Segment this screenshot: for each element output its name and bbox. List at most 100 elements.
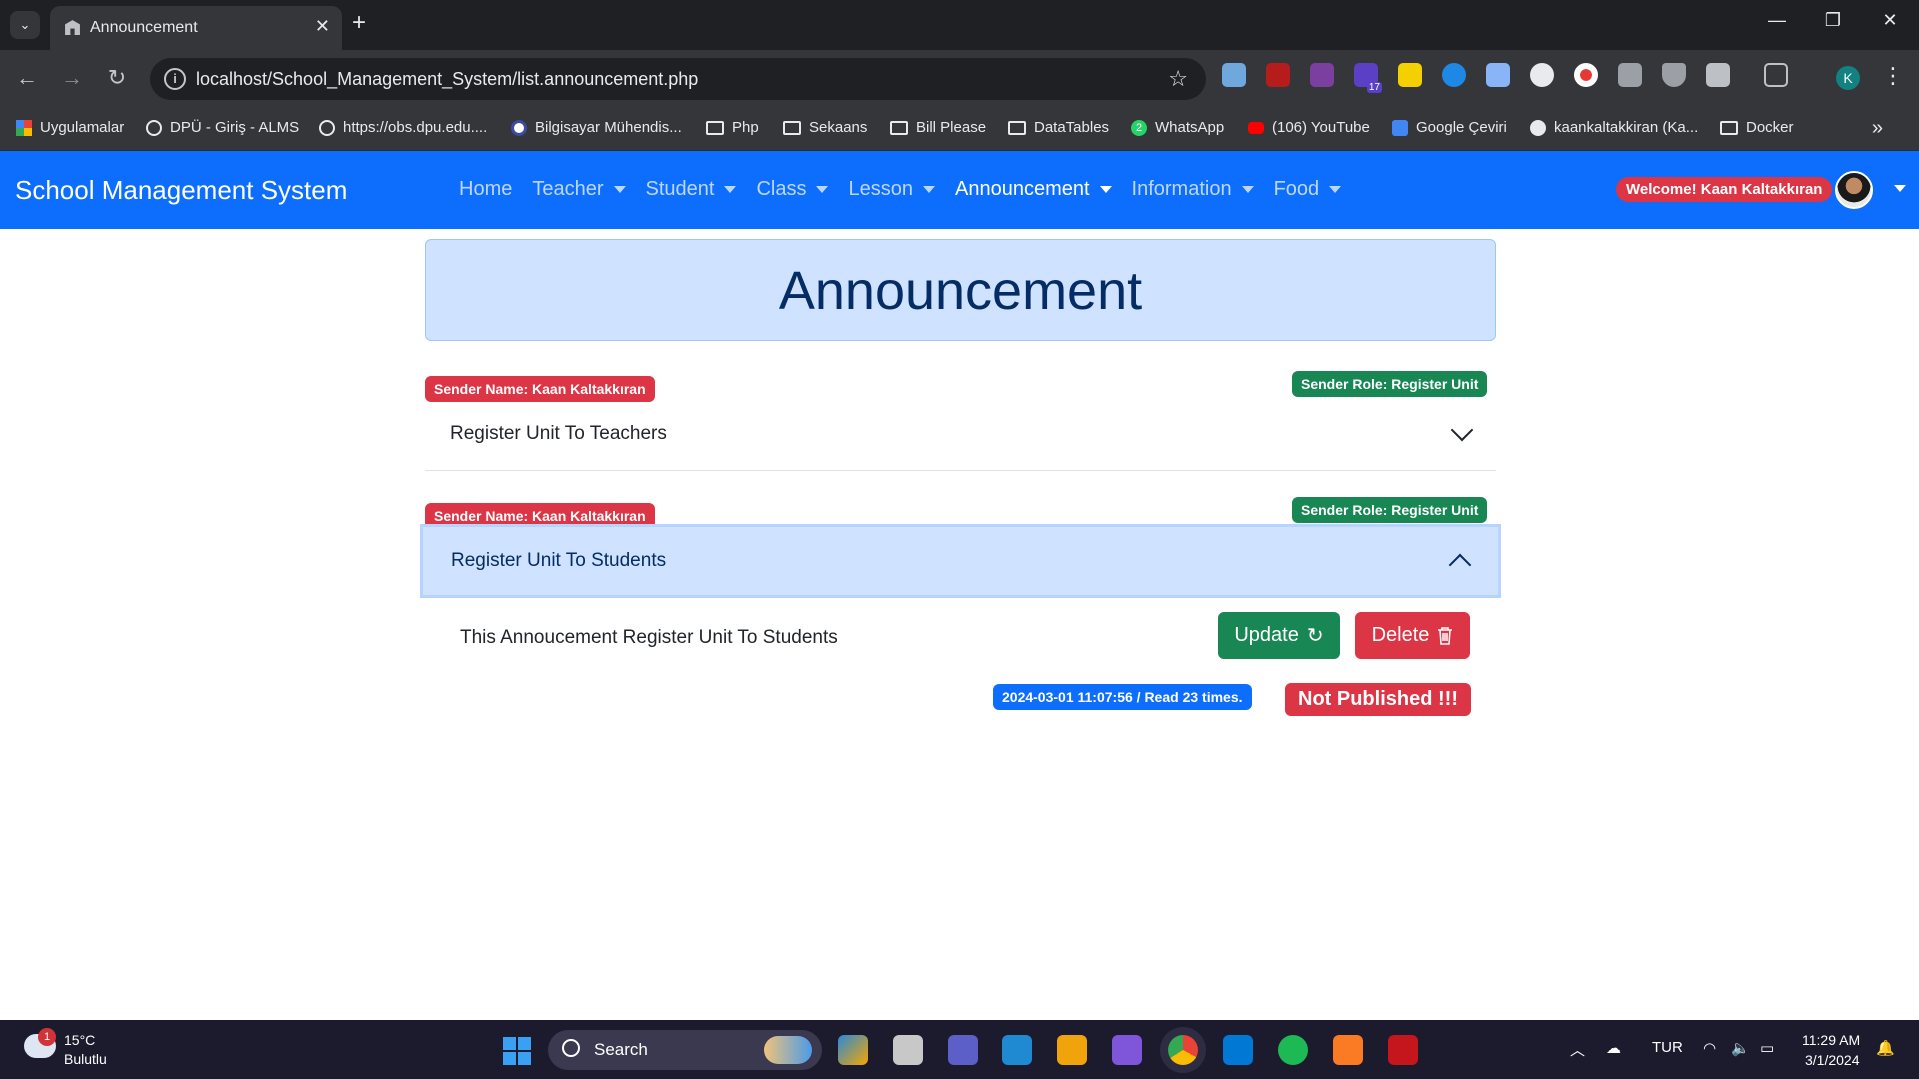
chevron-down-icon bbox=[1450, 418, 1474, 442]
notification-bell-icon[interactable]: 🔔 bbox=[1876, 1039, 1895, 1057]
address-bar[interactable]: i localhost/School_Management_System/lis… bbox=[150, 58, 1206, 100]
tab-search-button[interactable]: ⌄ bbox=[10, 11, 40, 39]
page-title: Announcement bbox=[778, 261, 1143, 321]
bookmark-apps[interactable]: Uygulamalar bbox=[16, 119, 124, 136]
accordion-header-button[interactable]: Register Unit To Students bbox=[420, 524, 1501, 598]
bookmark-google-translate[interactable]: Google Çeviri bbox=[1392, 119, 1507, 136]
user-avatar[interactable] bbox=[1835, 171, 1873, 209]
nav-teacher-dropdown[interactable]: Teacher bbox=[522, 178, 635, 201]
teams-app-icon[interactable] bbox=[948, 1035, 978, 1065]
clock-date[interactable]: 3/1/2024 bbox=[1805, 1052, 1860, 1068]
close-window-icon[interactable]: ✕ bbox=[1870, 10, 1910, 31]
back-arrow-icon[interactable]: ← bbox=[12, 65, 42, 91]
vscode-app-icon[interactable] bbox=[1002, 1035, 1032, 1065]
reload-icon[interactable]: ↻ bbox=[102, 65, 132, 91]
bookmark-obs-dpu[interactable]: https://obs.dpu.edu.... bbox=[319, 119, 487, 136]
sublime-app-icon[interactable] bbox=[1057, 1035, 1087, 1065]
record-extension-icon[interactable] bbox=[1574, 63, 1598, 87]
xampp-app-icon[interactable] bbox=[1333, 1035, 1363, 1065]
bookmark-star-icon[interactable]: ☆ bbox=[1168, 66, 1188, 92]
filezilla-app-icon[interactable] bbox=[1388, 1035, 1418, 1065]
shield-extension-icon[interactable] bbox=[1662, 63, 1686, 87]
nav-food-dropdown[interactable]: Food bbox=[1264, 178, 1352, 201]
bookmark-folder-php[interactable]: Php bbox=[706, 119, 759, 136]
puzzle-extensions-icon[interactable] bbox=[1706, 63, 1730, 87]
mail-app-icon[interactable] bbox=[1223, 1035, 1253, 1065]
delete-button[interactable]: Delete bbox=[1355, 612, 1470, 659]
brand-title[interactable]: School Management System bbox=[15, 175, 347, 206]
onedrive-cloud-icon[interactable]: ☁ bbox=[1606, 1039, 1621, 1057]
clock-time[interactable]: 11:29 AM bbox=[1802, 1032, 1860, 1048]
publish-status-badge: Not Published !!! bbox=[1285, 683, 1471, 716]
date-read-count-badge: 2024-03-01 11:07:56 / Read 23 times. bbox=[993, 684, 1252, 710]
browser-tab-active[interactable]: Announcement ✕ bbox=[50, 6, 342, 50]
w-extension-icon[interactable] bbox=[1398, 63, 1422, 87]
nav-home[interactable]: Home bbox=[449, 178, 522, 201]
new-tab-button[interactable]: + bbox=[352, 9, 366, 37]
site-info-icon[interactable]: i bbox=[164, 68, 186, 90]
profile-avatar[interactable]: K bbox=[1836, 66, 1860, 90]
welcome-badge: Welcome! Kaan Kaltakkıran bbox=[1616, 177, 1833, 202]
forward-arrow-icon[interactable]: → bbox=[57, 65, 87, 91]
bookmark-folder-sekaans[interactable]: Sekaans bbox=[783, 119, 867, 136]
bookmark-github[interactable]: kaankaltakkiran (Ka... bbox=[1530, 119, 1698, 136]
trash-icon bbox=[1438, 626, 1453, 645]
task-view-icon[interactable] bbox=[893, 1035, 923, 1065]
taskbar-search-box[interactable]: Search bbox=[548, 1030, 822, 1070]
wifi-icon[interactable]: ◠ bbox=[1703, 1039, 1716, 1057]
url-text[interactable]: localhost/School_Management_System/list.… bbox=[196, 69, 698, 90]
globe-icon bbox=[319, 119, 335, 136]
battery-icon[interactable]: ▭ bbox=[1760, 1039, 1774, 1057]
accordion-header-button[interactable]: Register Unit To Teachers bbox=[425, 398, 1496, 470]
accordion-item: Register Unit To Teachers bbox=[425, 398, 1496, 471]
caret-down-icon bbox=[1241, 186, 1254, 194]
bookmark-bilgisayar[interactable]: Bilgisayar Mühendis... bbox=[511, 119, 682, 136]
language-indicator[interactable]: TUR bbox=[1652, 1039, 1683, 1056]
chrome-app-icon[interactable] bbox=[1168, 1035, 1198, 1065]
bookmark-folder-datatables[interactable]: DataTables bbox=[1008, 119, 1109, 136]
pen-extension-icon[interactable] bbox=[1222, 63, 1246, 87]
extensions-bar: 17 bbox=[1222, 63, 1788, 93]
user-menu-caret-icon[interactable] bbox=[1894, 185, 1906, 192]
circle-extension-icon[interactable] bbox=[1530, 63, 1554, 87]
nav-information-dropdown[interactable]: Information bbox=[1122, 178, 1264, 201]
visual-studio-app-icon[interactable] bbox=[1112, 1035, 1142, 1065]
github-icon bbox=[1530, 119, 1546, 136]
bookmark-folder-docker[interactable]: Docker bbox=[1720, 119, 1794, 136]
caret-down-icon bbox=[1329, 186, 1342, 194]
side-panel-icon[interactable] bbox=[1764, 63, 1788, 87]
volume-icon[interactable]: 🔈 bbox=[1731, 1039, 1750, 1057]
nav-class-dropdown[interactable]: Class bbox=[746, 178, 838, 201]
eyedropper-extension-icon[interactable] bbox=[1618, 63, 1642, 87]
search-icon bbox=[562, 1039, 580, 1057]
windows-start-icon[interactable] bbox=[503, 1037, 531, 1065]
show-hidden-icons-chevron-icon[interactable]: ︿ bbox=[1570, 1039, 1585, 1060]
nav-lesson-dropdown[interactable]: Lesson bbox=[838, 178, 945, 201]
nav-announcement-dropdown[interactable]: Announcement bbox=[945, 178, 1122, 201]
counter-extension-icon[interactable]: 17 bbox=[1354, 63, 1382, 93]
bookmarks-bar: Uygulamalar DPÜ - Giriş - ALMS https://o… bbox=[0, 107, 1919, 151]
minimize-icon[interactable]: — bbox=[1757, 10, 1797, 31]
edge-extension-icon[interactable] bbox=[1442, 63, 1466, 87]
spotify-app-icon[interactable] bbox=[1278, 1035, 1308, 1065]
bracket-extension-icon[interactable] bbox=[1310, 63, 1334, 87]
browser-menu-icon[interactable]: ⋮ bbox=[1882, 63, 1904, 89]
bookmark-youtube[interactable]: (106) YouTube bbox=[1248, 119, 1370, 136]
update-button[interactable]: Update ↻ bbox=[1218, 612, 1340, 659]
folder-icon bbox=[706, 120, 724, 135]
restore-icon[interactable]: ❐ bbox=[1813, 10, 1853, 31]
browser-tab-strip: ⌄ Announcement ✕ + — ❐ ✕ bbox=[0, 0, 1919, 50]
app-navbar: School Management System Home Teacher St… bbox=[0, 151, 1919, 229]
bookmark-dpu-alms[interactable]: DPÜ - Giriş - ALMS bbox=[146, 119, 299, 136]
copilot-app-icon[interactable] bbox=[838, 1035, 868, 1065]
tab-close-icon[interactable]: ✕ bbox=[315, 16, 330, 37]
ublock-extension-icon[interactable] bbox=[1266, 63, 1290, 87]
bookmark-folder-bill-please[interactable]: Bill Please bbox=[890, 119, 986, 136]
docs-extension-icon[interactable] bbox=[1486, 63, 1510, 87]
more-bookmarks-icon[interactable]: » bbox=[1872, 117, 1883, 140]
weather-temperature[interactable]: 15°C bbox=[64, 1032, 95, 1048]
nav-student-dropdown[interactable]: Student bbox=[636, 178, 747, 201]
bookmark-whatsapp[interactable]: 2 WhatsApp bbox=[1131, 119, 1224, 136]
caret-down-icon bbox=[724, 186, 737, 194]
weather-description[interactable]: Bulutlu bbox=[64, 1051, 107, 1067]
